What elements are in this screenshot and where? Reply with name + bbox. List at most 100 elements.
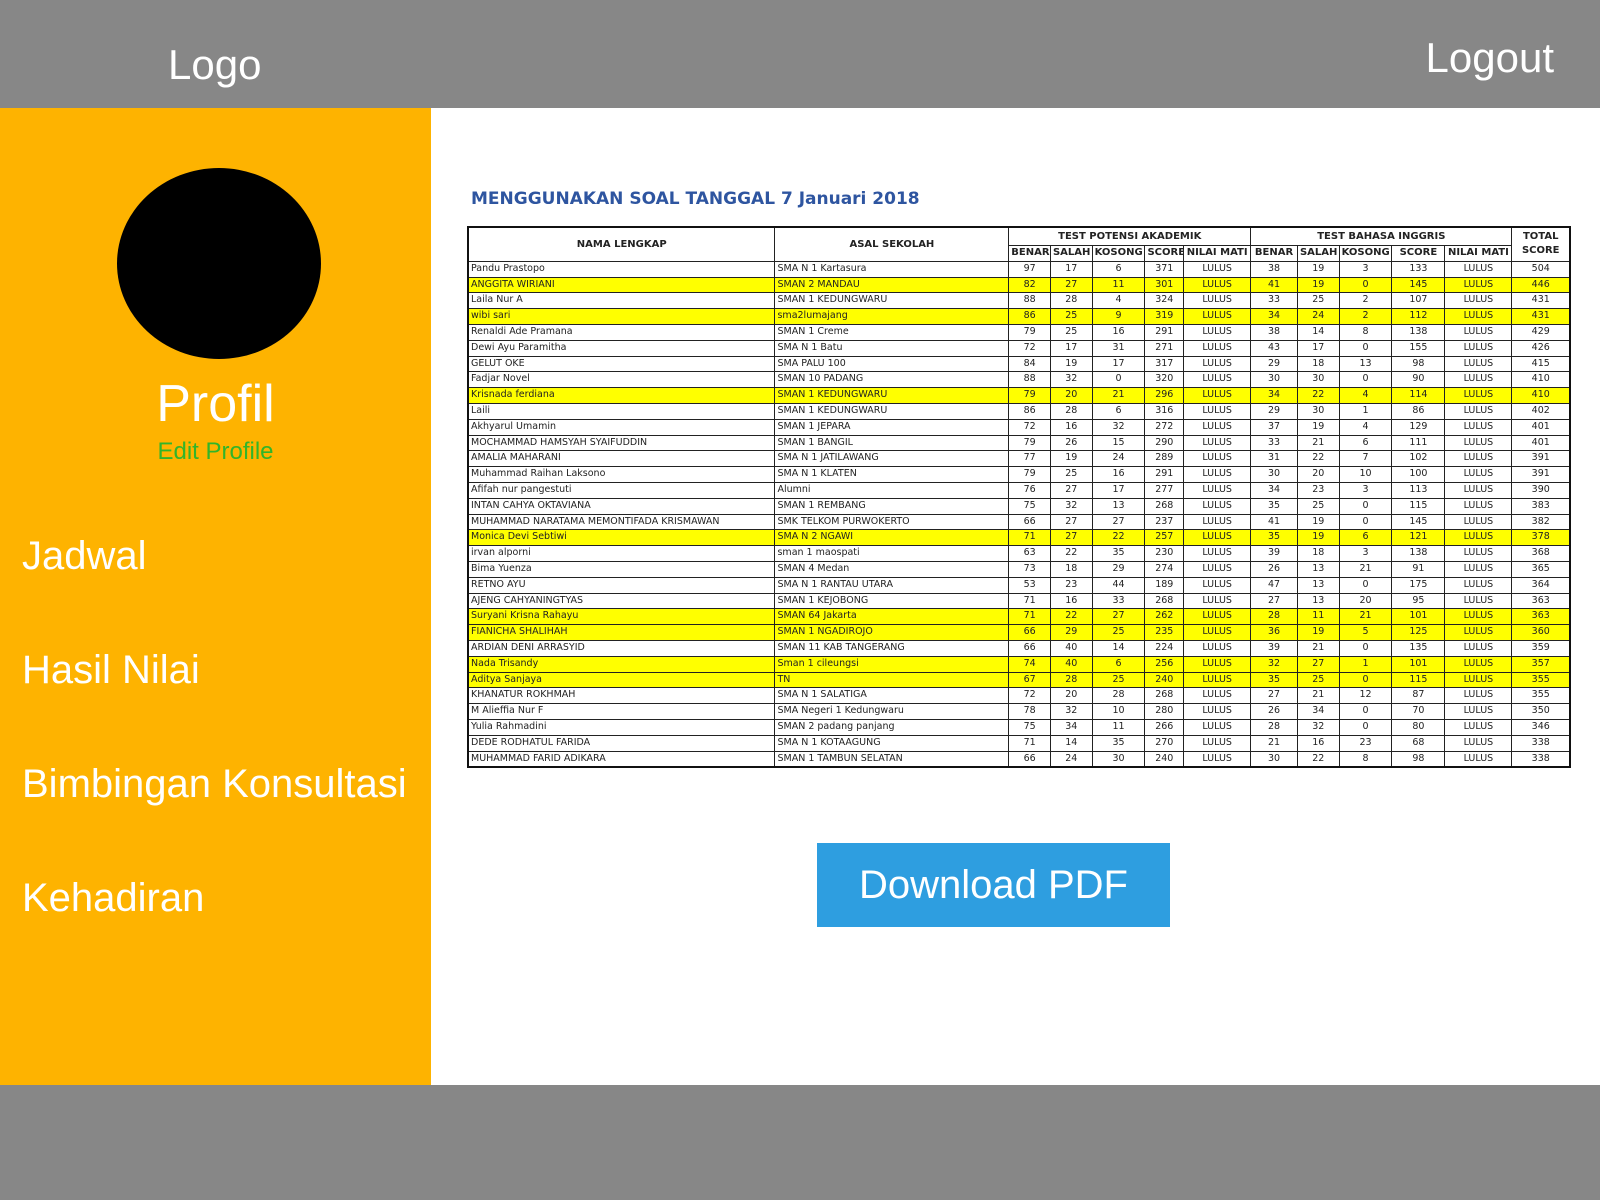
cell-value: 317 <box>1144 355 1185 373</box>
cell-value: LULUS <box>1444 371 1513 389</box>
sidebar-item-hasil-nilai[interactable]: Hasil Nilai <box>22 650 200 690</box>
cell-value: LULUS <box>1444 481 1513 499</box>
sidebar-item-kehadiran[interactable]: Kehadiran <box>22 878 204 918</box>
cell-value: 98 <box>1391 355 1446 373</box>
cell-value: 41 <box>1250 513 1298 531</box>
cell-value: LULUS <box>1183 655 1252 673</box>
cell-school: SMAN 1 TAMBUN SELATAN <box>774 750 1010 768</box>
cell-value: 257 <box>1144 529 1185 547</box>
table-row: Afifah nur pangestuti Alumni 76 27 17 277 LULU… <box>467 481 1571 499</box>
cell-value: 19 <box>1296 529 1340 547</box>
cell-name: Suryani Krisna Rahayu <box>467 608 776 626</box>
table-row: Nada Trisandy Sman 1 cileungsi 74 40 6 256 LUL… <box>467 655 1571 673</box>
cell-value: LULUS <box>1183 639 1252 657</box>
cell-value: 363 <box>1511 592 1571 610</box>
cell-value: 268 <box>1144 592 1185 610</box>
cell-value: LULUS <box>1183 576 1252 594</box>
cell-value: 66 <box>1008 513 1051 531</box>
cell-value: LULUS <box>1444 545 1513 562</box>
sidebar: Profil Edit Profile Jadwal Hasil Nilai B… <box>0 108 431 1085</box>
cell-value: 31 <box>1250 450 1298 468</box>
cell-value: 22 <box>1049 608 1093 626</box>
cell-value: 19 <box>1296 260 1340 278</box>
cell-value: 21 <box>1296 639 1340 657</box>
cell-value: 4 <box>1091 292 1146 310</box>
cell-value: 22 <box>1091 529 1146 547</box>
cell-value: 87 <box>1391 687 1446 705</box>
cell-school: SMAN 1 KEDUNGWARU <box>774 402 1010 420</box>
cell-value: 0 <box>1338 276 1393 294</box>
cell-value: 28 <box>1250 608 1298 626</box>
cell-school: sma2lumajang <box>774 308 1010 325</box>
cell-value: 371 <box>1144 260 1185 278</box>
sub-header: SALAH <box>1049 245 1093 262</box>
cell-value: 36 <box>1250 624 1298 641</box>
cell-value: 296 <box>1144 387 1185 404</box>
cell-value: 44 <box>1091 576 1146 594</box>
logout-button[interactable]: Logout <box>1426 37 1554 79</box>
cell-value: 237 <box>1144 513 1185 531</box>
cell-value: 27 <box>1091 608 1146 626</box>
cell-value: 66 <box>1008 750 1051 768</box>
cell-value: 33 <box>1250 292 1298 310</box>
cell-value: 410 <box>1511 371 1571 389</box>
cell-value: 28 <box>1049 671 1093 689</box>
cell-value: 25 <box>1296 497 1340 515</box>
cell-value: LULUS <box>1183 466 1252 483</box>
cell-value: 40 <box>1049 639 1093 657</box>
cell-value: 290 <box>1144 434 1185 452</box>
cell-value: 30 <box>1250 466 1298 483</box>
cell-value: 145 <box>1391 276 1446 294</box>
cell-value: 75 <box>1008 718 1051 736</box>
cell-name: Yulia Rahmadini <box>467 718 776 736</box>
edit-profile-link[interactable]: Edit Profile <box>0 440 431 464</box>
sub-header: KOSONG <box>1091 245 1146 262</box>
cell-value: 230 <box>1144 545 1185 562</box>
cell-value: 17 <box>1296 339 1340 357</box>
cell-value: LULUS <box>1183 355 1252 373</box>
cell-school: SMAN 1 JEPARA <box>774 418 1010 436</box>
cell-value: 22 <box>1296 450 1340 468</box>
cell-value: 107 <box>1391 292 1446 310</box>
cell-value: 320 <box>1144 371 1185 389</box>
cell-value: 30 <box>1296 371 1340 389</box>
cell-value: 129 <box>1391 418 1446 436</box>
cell-value: LULUS <box>1444 466 1513 483</box>
sub-header: NILAI MATI <box>1444 245 1513 262</box>
cell-value: 350 <box>1511 703 1571 720</box>
cell-value: 16 <box>1049 418 1093 436</box>
cell-value: 266 <box>1144 718 1185 736</box>
cell-name: KHANATUR ROKHMAH <box>467 687 776 705</box>
cell-school: SMAN 1 NGADIROJO <box>774 624 1010 641</box>
cell-value: LULUS <box>1444 387 1513 404</box>
cell-value: 26 <box>1049 434 1093 452</box>
cell-school: SMA N 1 KLATEN <box>774 466 1010 483</box>
cell-value: 39 <box>1250 545 1298 562</box>
cell-value: 6 <box>1338 434 1393 452</box>
cell-value: 24 <box>1296 308 1340 325</box>
cell-value: 30 <box>1250 750 1298 768</box>
cell-value: 40 <box>1049 655 1093 673</box>
cell-value: 240 <box>1144 671 1185 689</box>
sub-header: BENAR <box>1008 245 1051 262</box>
cell-value: 359 <box>1511 639 1571 657</box>
table-row: AJENG CAHYANINGTYAS SMAN 1 KEJOBONG 71 16 33… <box>467 592 1571 610</box>
cell-value: 79 <box>1008 323 1051 341</box>
cell-school: SMAN 4 Medan <box>774 560 1010 578</box>
sidebar-item-jadwal[interactable]: Jadwal <box>22 536 147 576</box>
cell-name: Fadjar Novel <box>467 371 776 389</box>
download-pdf-button[interactable]: Download PDF <box>817 843 1170 927</box>
cell-value: LULUS <box>1444 608 1513 626</box>
cell-name: Muhammad Raihan Laksono <box>467 466 776 483</box>
sidebar-item-bimbingan-konsultasi[interactable]: Bimbingan Konsultasi <box>22 764 407 804</box>
cell-value: 431 <box>1511 308 1571 325</box>
cell-value: 111 <box>1391 434 1446 452</box>
cell-value: 274 <box>1144 560 1185 578</box>
cell-school: SMA N 1 RANTAU UTARA <box>774 576 1010 594</box>
cell-name: irvan alporni <box>467 545 776 562</box>
cell-value: 0 <box>1338 371 1393 389</box>
table-row: ARDIAN DENI ARRASYID SMAN 11 KAB TANGERAN… <box>467 639 1571 657</box>
cell-value: 79 <box>1008 434 1051 452</box>
cell-school: Alumni <box>774 481 1010 499</box>
table-row: Renaldi Ade Pramana SMAN 1 Creme 79 25 16 291… <box>467 323 1571 341</box>
